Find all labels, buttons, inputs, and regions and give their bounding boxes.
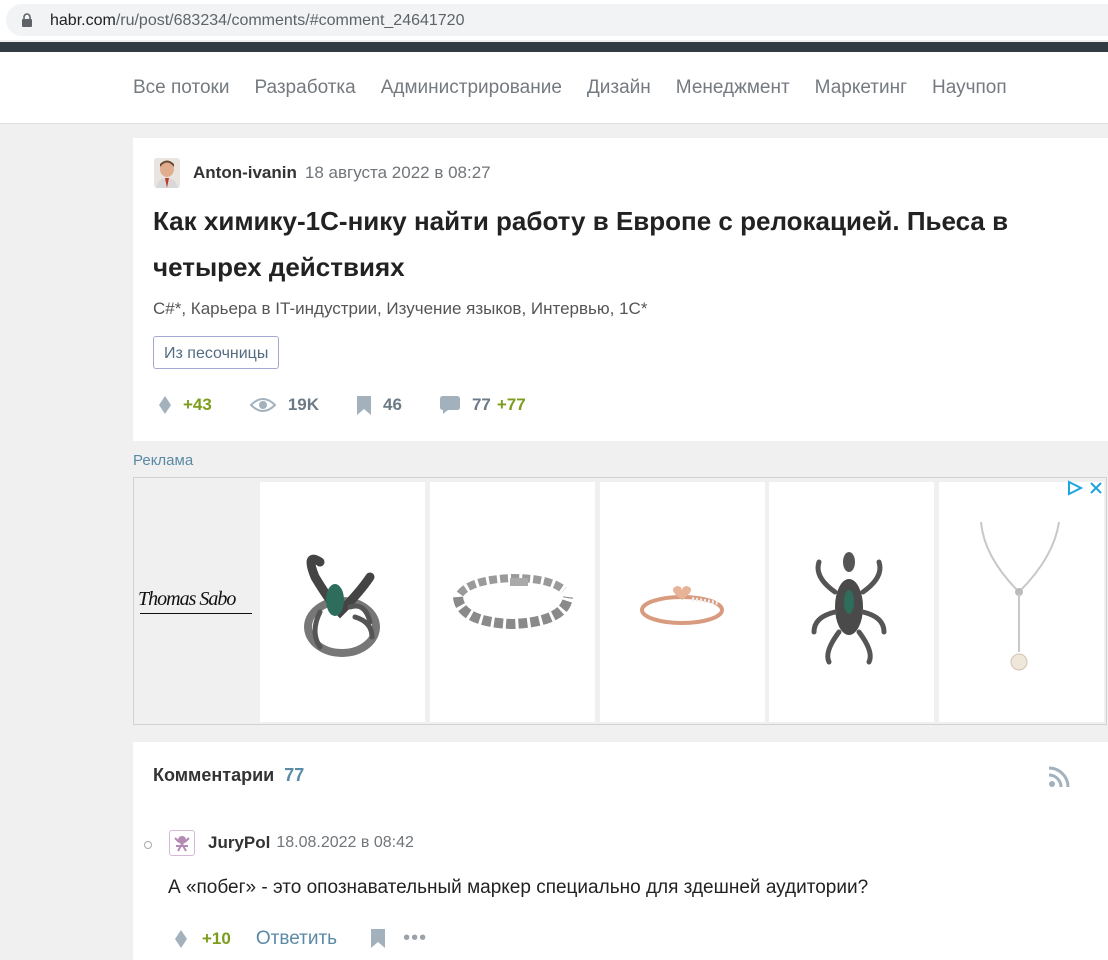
ad-product-chain-bracelet[interactable]	[430, 482, 595, 722]
ad-product-pearl-necklace[interactable]	[939, 482, 1104, 722]
new-comments-value: +77	[496, 395, 526, 414]
eye-icon	[249, 398, 276, 412]
url-text[interactable]: habr.com/ru/post/683234/comments/#commen…	[50, 12, 464, 30]
ad-product-heart-ring[interactable]	[600, 482, 765, 722]
vote-icon[interactable]	[175, 929, 187, 948]
comments-stat[interactable]: 77 +77	[439, 395, 526, 415]
reply-button[interactable]: Ответить	[256, 928, 337, 950]
comment-icon	[439, 396, 460, 414]
ad-logo-underline	[140, 613, 252, 614]
comment-thread-dot	[144, 841, 152, 849]
article-card: Anton-ivanin 18 августа 2022 в 08:27 Как…	[133, 138, 1108, 441]
ad-controls	[1066, 480, 1104, 496]
sandbox-badge[interactable]: Из песочницы	[153, 336, 280, 369]
bookmarks-stat[interactable]: 46	[357, 395, 402, 415]
publish-date: 18 августа 2022 в 08:27	[304, 163, 491, 182]
ad-product-scorpion-ring[interactable]	[260, 482, 425, 722]
bookmarks-value: 46	[383, 395, 402, 414]
site-topbar	[0, 42, 1108, 52]
article-stats: +43 19K 46 77 +77	[159, 395, 564, 415]
nav-item-management[interactable]: Менеджмент	[676, 77, 790, 99]
rating-stat[interactable]: +43	[159, 395, 212, 415]
comment-actions: +10 Ответить •••	[175, 927, 427, 950]
nav-item-design[interactable]: Дизайн	[587, 77, 651, 99]
ad-brand-logo[interactable]: Thomas Sabo	[138, 588, 236, 611]
comment-text: А «побег» - это опознавательный маркер с…	[168, 877, 869, 898]
comments-count: 77	[284, 765, 305, 785]
adchoices-icon[interactable]	[1066, 480, 1084, 496]
nav-item-development[interactable]: Разработка	[254, 77, 355, 99]
comments-value: 77	[471, 395, 491, 414]
article-title[interactable]: Как химику-1С-нику найти работу в Европе…	[153, 198, 1053, 290]
url-host: habr.com	[50, 12, 116, 29]
rating-icon	[159, 396, 171, 414]
commenter-name[interactable]: JuryPol	[208, 833, 270, 853]
nav-item-popsci[interactable]: Научпоп	[932, 77, 1007, 99]
browser-address-bar: habr.com/ru/post/683234/comments/#commen…	[0, 0, 1108, 40]
url-field[interactable]: habr.com/ru/post/683234/comments/#commen…	[6, 4, 1108, 36]
more-options-button[interactable]: •••	[403, 927, 427, 950]
close-icon[interactable]	[1088, 480, 1104, 496]
hub-nav: Все потоки Разработка Администрирование …	[0, 52, 1108, 124]
bookmark-icon[interactable]	[371, 929, 386, 948]
comment-date[interactable]: 18.08.2022 в 08:42	[276, 834, 414, 852]
url-path: /ru/post/683234/comments/#comment_246417…	[115, 12, 465, 29]
author-name[interactable]: Anton-ivanin	[193, 163, 297, 183]
article-hubs[interactable]: C#*, Карьера в IT-индустрии, Изучение яз…	[153, 299, 647, 319]
ad-banner[interactable]: Thomas Sabo	[133, 477, 1107, 725]
comment-meta: JuryPol 18.08.2022 в 08:42	[169, 830, 414, 856]
views-value: 19K	[287, 395, 320, 414]
views-stat: 19K	[249, 395, 320, 415]
author-avatar[interactable]	[154, 158, 180, 188]
comments-heading: Комментарии 77	[153, 765, 304, 786]
rating-value: +43	[183, 395, 212, 414]
lock-icon[interactable]	[20, 13, 34, 27]
nav-item-administration[interactable]: Администрирование	[381, 77, 562, 99]
nav-item-all-flows[interactable]: Все потоки	[133, 77, 229, 99]
ad-product-scorpion-pendant[interactable]	[769, 482, 934, 722]
article-meta: Anton-ivanin 18 августа 2022 в 08:27	[154, 158, 491, 188]
ad-label: Реклама	[133, 452, 194, 469]
comments-section: Комментарии 77 JuryPol 18.08.2022 в 08:42…	[133, 742, 1108, 960]
rss-icon[interactable]	[1048, 766, 1070, 788]
bookmark-icon	[357, 395, 372, 415]
comments-heading-label: Комментарии	[153, 765, 275, 785]
comment-score: +10	[202, 928, 231, 948]
commenter-avatar[interactable]	[169, 830, 195, 856]
nav-item-marketing[interactable]: Маркетинг	[815, 77, 907, 99]
